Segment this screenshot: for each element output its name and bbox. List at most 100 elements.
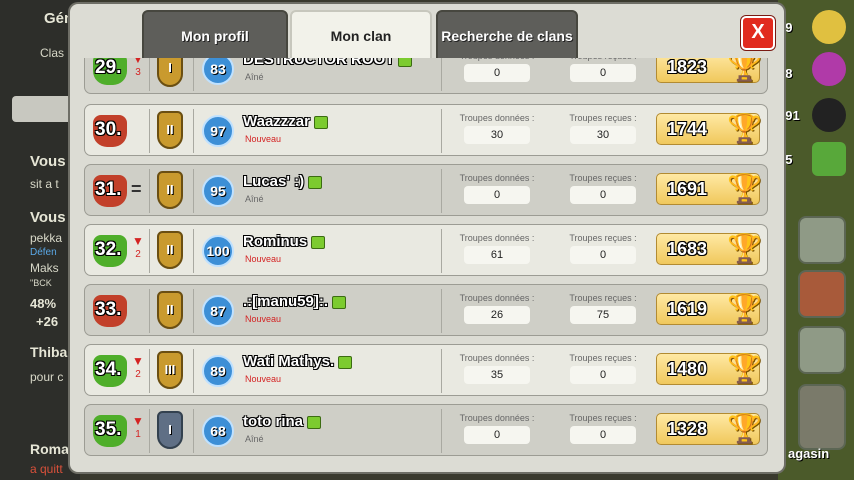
- member-role: Nouveau: [245, 374, 282, 384]
- member-name[interactable]: DESTRUCTOR ROOT: [243, 58, 413, 68]
- xp-level-icon: 100: [202, 235, 234, 267]
- donated-value: 0: [464, 64, 530, 82]
- divider: [149, 58, 150, 91]
- divider: [193, 349, 194, 393]
- divider: [149, 169, 150, 213]
- donated-value: 61: [464, 246, 530, 264]
- divider: [193, 58, 194, 91]
- gold-icon: [812, 10, 846, 44]
- rank-same-icon: =: [131, 179, 142, 199]
- trophy-count: 1683: [667, 239, 708, 259]
- received-value: 75: [570, 306, 636, 324]
- donated-label: Troupes données :: [459, 353, 535, 363]
- member-row[interactable]: 33. II 87 .:[manu59]:. Nouveau Troupes d…: [84, 284, 768, 336]
- league-shield-icon: II: [157, 231, 183, 269]
- member-list[interactable]: 29. ▼3 I 83 DESTRUCTOR ROOT Aîné Troupes…: [84, 58, 770, 466]
- rank-change: 2: [135, 249, 141, 260]
- member-row[interactable]: 34. ▼ 2 III 89 Wati Mathys. Nouveau Troup…: [84, 344, 768, 396]
- edit-mode-button[interactable]: [798, 216, 846, 264]
- donated-value: 30: [464, 126, 530, 144]
- member-role: Nouveau: [245, 254, 282, 264]
- divider: [441, 169, 442, 213]
- member-name[interactable]: .:[manu59]:.: [243, 293, 347, 310]
- chat-icon: [313, 115, 328, 129]
- divider: [441, 409, 442, 453]
- divider: [193, 409, 194, 453]
- divider: [149, 109, 150, 153]
- divider: [193, 109, 194, 153]
- divider: [441, 109, 442, 153]
- divider: [441, 229, 442, 273]
- member-row[interactable]: 29. ▼3 I 83 DESTRUCTOR ROOT Aîné Troupes…: [84, 58, 768, 94]
- trophy-icon: 🏆: [727, 293, 762, 324]
- member-name[interactable]: Rominus: [243, 233, 326, 250]
- rank-change: 1: [135, 429, 141, 440]
- xp-level-icon: 68: [202, 415, 234, 447]
- received-label: Troupes reçues :: [569, 353, 637, 363]
- tab-clan-search[interactable]: Recherche de clans: [436, 10, 578, 62]
- xp-level-icon: 97: [202, 115, 234, 147]
- close-button[interactable]: X: [741, 16, 775, 50]
- member-row[interactable]: 31. = II 95 Lucas' :) Aîné Troupes donné…: [84, 164, 768, 216]
- trophy-icon: 🏆: [727, 173, 762, 204]
- league-shield-icon: II: [157, 291, 183, 329]
- member-name[interactable]: Lucas' :): [243, 173, 323, 190]
- trophy-count: 1823: [667, 58, 708, 77]
- league-shield-icon: I: [157, 58, 183, 87]
- rank-number: 34.: [95, 359, 122, 380]
- rank-down-icon: ▼ 2: [132, 234, 144, 260]
- received-label: Troupes reçues :: [569, 413, 637, 423]
- chat-icon: [332, 295, 347, 309]
- member-row[interactable]: 30. II 97 Waazzzar Nouveau Troupes donné…: [84, 104, 768, 156]
- member-name-text: Wati Mathys.: [243, 353, 335, 370]
- tab-my-profile[interactable]: Mon profil: [142, 10, 288, 62]
- member-role: Nouveau: [245, 134, 282, 144]
- member-row[interactable]: 32. ▼ 2 II 100 Rominus Nouveau Troupes do…: [84, 224, 768, 276]
- divider: [149, 289, 150, 333]
- rank-down-icon: ▼ 1: [132, 414, 144, 440]
- shop-button[interactable]: [798, 384, 846, 450]
- trophy-icon: 🏆: [727, 413, 762, 444]
- received-value: 0: [570, 426, 636, 444]
- trophy-count: 1619: [667, 299, 708, 319]
- tab-my-clan[interactable]: Mon clan: [290, 10, 432, 62]
- member-name[interactable]: toto rina: [243, 413, 321, 430]
- gem-icon: [812, 142, 846, 176]
- chat-icon: [338, 355, 353, 369]
- settings-button[interactable]: [798, 326, 846, 374]
- trophy-box: 1691 🏆: [656, 173, 762, 205]
- xp-level-icon: 89: [202, 355, 234, 387]
- trophy-box: 1744 🏆: [656, 113, 762, 145]
- received-value: 0: [570, 64, 636, 82]
- dark-elixir-icon: [812, 98, 846, 132]
- trophy-box: 1683 🏆: [656, 233, 762, 265]
- member-row[interactable]: 35. ▼ 1 I 68 toto rina Aîné Troupes donné…: [84, 404, 768, 456]
- trophy-icon: 🏆: [727, 353, 762, 384]
- divider: [149, 409, 150, 453]
- divider: [193, 169, 194, 213]
- donated-label: Troupes données :: [459, 113, 535, 123]
- trophy-count: 1328: [667, 419, 708, 439]
- member-name-text: Waazzzar: [243, 113, 310, 130]
- rank-change: 3: [135, 67, 141, 78]
- rank-number: 35.: [95, 419, 122, 440]
- rank-number: 30.: [95, 119, 122, 140]
- rank-down-icon: ▼ 2: [132, 354, 144, 380]
- chat-icon: [307, 415, 321, 429]
- hero-button[interactable]: [798, 270, 846, 318]
- bg-input: [12, 96, 72, 122]
- received-label: Troupes reçues :: [553, 58, 653, 61]
- divider: [441, 58, 442, 91]
- member-name-text: Lucas' :): [243, 173, 305, 190]
- member-name[interactable]: Wati Mathys.: [243, 353, 353, 370]
- divider: [441, 289, 442, 333]
- received-label: Troupes reçues :: [569, 293, 637, 303]
- divider: [149, 349, 150, 393]
- received-value: 0: [570, 246, 636, 264]
- elixir-icon: [812, 52, 846, 86]
- member-name[interactable]: Waazzzar: [243, 113, 328, 130]
- league-shield-icon: II: [157, 171, 183, 209]
- trophy-icon: 🏆: [727, 58, 762, 82]
- trophy-count: 1480: [667, 359, 708, 379]
- member-role: Aîné: [245, 434, 264, 444]
